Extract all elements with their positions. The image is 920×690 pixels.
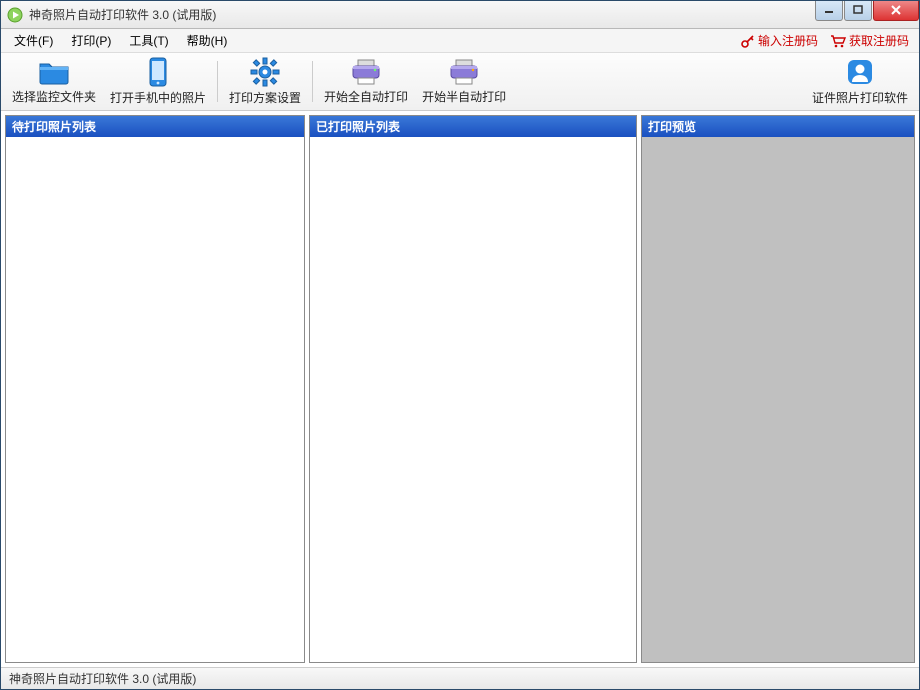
printed-photos-panel: 已打印照片列表 xyxy=(309,115,637,663)
menu-file[interactable]: 文件(F) xyxy=(5,29,62,52)
pending-photos-list[interactable] xyxy=(6,137,304,662)
window-controls xyxy=(814,1,919,21)
start-auto-print-label: 开始全自动打印 xyxy=(324,88,408,105)
pending-photos-panel: 待打印照片列表 xyxy=(5,115,305,663)
app-icon xyxy=(7,7,23,23)
id-photo-icon xyxy=(845,57,875,87)
maximize-icon xyxy=(853,5,863,15)
toolbar: 选择监控文件夹 打开手机中的照片 xyxy=(1,53,919,111)
start-auto-print-button[interactable]: 开始全自动打印 xyxy=(317,55,415,108)
statusbar-text: 神奇照片自动打印软件 3.0 (试用版) xyxy=(9,670,196,687)
gear-icon xyxy=(250,57,280,87)
menu-help[interactable]: 帮助(H) xyxy=(178,29,237,52)
close-icon xyxy=(890,5,902,15)
menu-tools[interactable]: 工具(T) xyxy=(120,29,177,52)
key-icon xyxy=(741,34,755,48)
get-regcode-link[interactable]: 获取注册码 xyxy=(824,32,915,49)
enter-regcode-link[interactable]: 输入注册码 xyxy=(735,32,824,49)
phone-icon xyxy=(146,57,170,87)
app-window: 神奇照片自动打印软件 3.0 (试用版) 文件(F) 打印(P) 工具(T) 帮… xyxy=(0,0,920,690)
pending-photos-header: 待打印照片列表 xyxy=(6,116,304,137)
open-phone-photos-label: 打开手机中的照片 xyxy=(110,89,206,106)
minimize-icon xyxy=(824,5,834,15)
printed-photos-header: 已打印照片列表 xyxy=(310,116,636,137)
id-photo-software-button[interactable]: 证件照片打印软件 xyxy=(805,55,915,108)
folder-icon xyxy=(38,58,70,86)
printer-semi-icon xyxy=(447,58,481,86)
print-preview-panel: 打印预览 xyxy=(641,115,915,663)
maximize-button[interactable] xyxy=(844,1,872,21)
print-preview-area[interactable] xyxy=(642,137,914,662)
enter-regcode-label: 输入注册码 xyxy=(758,32,818,49)
open-phone-photos-button[interactable]: 打开手机中的照片 xyxy=(103,55,213,108)
get-regcode-label: 获取注册码 xyxy=(849,32,909,49)
print-scheme-settings-label: 打印方案设置 xyxy=(229,89,301,106)
select-folder-button[interactable]: 选择监控文件夹 xyxy=(5,55,103,108)
toolbar-separator xyxy=(312,61,313,102)
minimize-button[interactable] xyxy=(815,1,843,21)
window-title: 神奇照片自动打印软件 3.0 (试用版) xyxy=(29,6,814,23)
printed-photos-list[interactable] xyxy=(310,137,636,662)
printer-auto-icon xyxy=(349,58,383,86)
start-semi-auto-print-label: 开始半自动打印 xyxy=(422,88,506,105)
menubar: 文件(F) 打印(P) 工具(T) 帮助(H) 输入注册码 获取注册码 xyxy=(1,29,919,53)
close-button[interactable] xyxy=(873,1,919,21)
id-photo-software-label: 证件照片打印软件 xyxy=(812,89,908,106)
main-area: 待打印照片列表 已打印照片列表 打印预览 xyxy=(1,111,919,667)
titlebar: 神奇照片自动打印软件 3.0 (试用版) xyxy=(1,1,919,29)
print-scheme-settings-button[interactable]: 打印方案设置 xyxy=(222,55,308,108)
start-semi-auto-print-button[interactable]: 开始半自动打印 xyxy=(415,55,513,108)
toolbar-separator xyxy=(217,61,218,102)
cart-icon xyxy=(830,34,846,48)
print-preview-header: 打印预览 xyxy=(642,116,914,137)
select-folder-label: 选择监控文件夹 xyxy=(12,88,96,105)
menu-print[interactable]: 打印(P) xyxy=(62,29,120,52)
statusbar: 神奇照片自动打印软件 3.0 (试用版) xyxy=(1,667,919,689)
